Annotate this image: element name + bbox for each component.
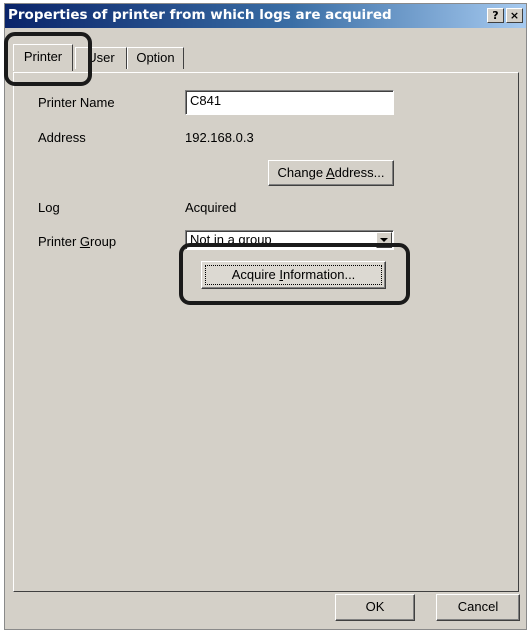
window-title: Properties of printer from which logs ar… bbox=[8, 7, 392, 23]
close-icon: × bbox=[509, 9, 520, 22]
title-bar[interactable]: Properties of printer from which logs ar… bbox=[5, 4, 526, 28]
printer-name-label: Printer Name bbox=[38, 95, 115, 110]
printer-group-label-prefix: Printer bbox=[38, 234, 80, 249]
properties-dialog: Properties of printer from which logs ar… bbox=[4, 3, 527, 630]
tab-option-label: Option bbox=[136, 50, 175, 65]
tab-printer[interactable]: Printer bbox=[13, 44, 73, 71]
printer-name-field[interactable]: C841 bbox=[185, 90, 394, 115]
tab-printer-label: Printer bbox=[23, 49, 63, 64]
cancel-button[interactable]: Cancel bbox=[436, 594, 520, 621]
acquire-button-callout bbox=[179, 243, 410, 305]
change-address-label-suffix: ddress... bbox=[334, 165, 385, 180]
log-value: Acquired bbox=[185, 200, 237, 215]
printer-tab-panel: Printer Name C841 Address 192.168.0.3 Ch… bbox=[13, 72, 519, 592]
ok-button[interactable]: OK bbox=[335, 594, 415, 621]
change-address-mnemonic: A bbox=[325, 165, 335, 180]
help-button[interactable]: ? bbox=[487, 8, 504, 23]
printer-name-value: C841 bbox=[190, 93, 222, 108]
tab-option[interactable]: Option bbox=[127, 47, 184, 69]
log-label: Log bbox=[38, 200, 60, 215]
printer-group-label: Printer Group bbox=[38, 234, 116, 249]
address-label: Address bbox=[38, 130, 86, 145]
printer-group-label-suffix: roup bbox=[90, 234, 117, 249]
printer-group-mnemonic: G bbox=[79, 234, 91, 249]
address-value: 192.168.0.3 bbox=[185, 130, 254, 145]
change-address-button[interactable]: Change Address... bbox=[268, 160, 394, 186]
change-address-label-prefix: Change bbox=[277, 165, 326, 180]
close-button[interactable]: × bbox=[506, 8, 523, 23]
